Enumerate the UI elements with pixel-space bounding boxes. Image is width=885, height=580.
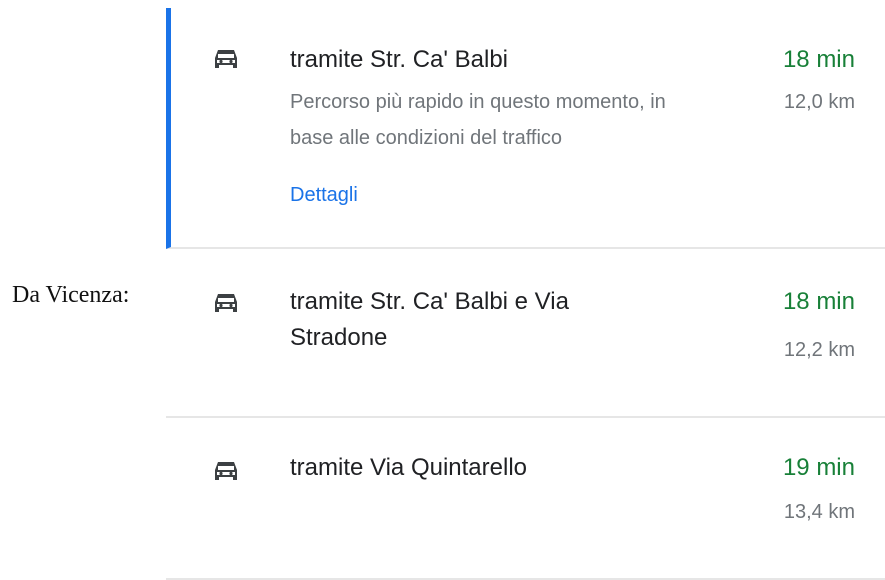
route-time: 18 min	[782, 46, 855, 73]
route-option[interactable]: tramite Str. Ca' Balbi e Via Stradone 18…	[166, 250, 885, 418]
origin-caption: Da Vicenza:	[12, 282, 130, 308]
car-icon	[215, 50, 237, 68]
route-option-selected[interactable]: tramite Str. Ca' Balbi Percorso più rapi…	[166, 8, 885, 249]
route-name: tramite Via Quintarello	[290, 454, 527, 481]
car-icon	[215, 294, 237, 312]
route-name: tramite Str. Ca' Balbi e Via Stradone	[290, 288, 569, 351]
route-name: tramite Str. Ca' Balbi	[290, 46, 508, 73]
route-distance: 13,4 km	[783, 501, 855, 523]
details-link[interactable]: Dettagli	[290, 184, 358, 207]
route-distance: 12,0 km	[783, 91, 855, 113]
route-time: 19 min	[782, 454, 855, 481]
route-description: Percorso più rapido in questo momento, i…	[290, 91, 666, 149]
route-options-panel: tramite Str. Ca' Balbi Percorso più rapi…	[166, 0, 885, 580]
route-option[interactable]: tramite Via Quintarello 19 min 13,4 km	[166, 418, 885, 580]
route-time: 18 min	[782, 288, 855, 315]
car-icon	[215, 462, 237, 480]
route-distance: 12,2 km	[783, 339, 855, 361]
